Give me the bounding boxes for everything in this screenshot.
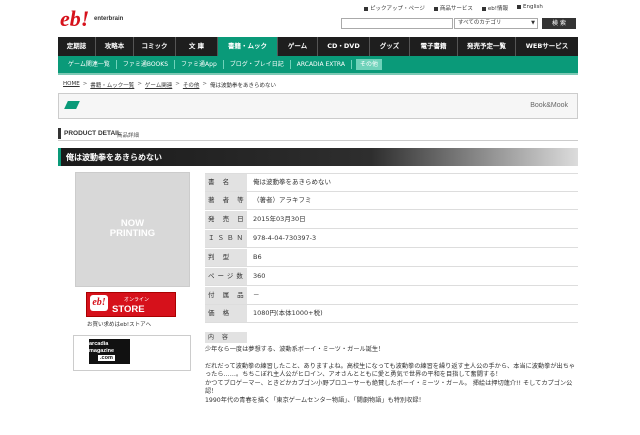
- top-link-services[interactable]: 商品サービス: [433, 4, 473, 12]
- breadcrumb-separator: >: [137, 81, 142, 87]
- detail-label: 書 名: [205, 174, 247, 191]
- chevron-down-icon: ▼: [531, 20, 535, 26]
- product-detail-subheading: 商品詳細: [117, 133, 140, 139]
- detail-value: 978-4-04-730397-3: [253, 234, 317, 242]
- breadcrumb-separator: >: [175, 81, 180, 87]
- subnav-item-other[interactable]: その他: [355, 59, 382, 70]
- nav-item-release-schedule[interactable]: 発売予定一覧: [458, 37, 516, 56]
- breadcrumb-other[interactable]: その他: [183, 81, 200, 89]
- logo-text: enterbrain: [94, 16, 124, 22]
- detail-value: B6: [253, 253, 262, 261]
- detail-value: 360: [253, 272, 266, 280]
- detail-label: 発 売 日: [205, 211, 247, 228]
- arcadia-magazine-banner[interactable]: arcadia magazine .com: [86, 339, 130, 364]
- description-paragraph: 1990年代の青春を描く「東京ゲームセンター物語」、「闘劇物語」も特別収録！: [205, 396, 425, 404]
- category-header-box: [58, 93, 578, 119]
- nav-item-goods[interactable]: グッズ: [370, 37, 410, 56]
- square-bullet-icon: [481, 6, 486, 11]
- section-marker: [58, 128, 61, 139]
- breadcrumb-separator: >: [202, 81, 207, 87]
- subnav-item-game-list[interactable]: ゲーム関連一覧: [62, 60, 117, 69]
- detail-value: 1080円(本体1000+税): [253, 309, 323, 317]
- category-select[interactable]: すべてのカテゴリ ▼: [454, 18, 538, 29]
- detail-label: 判 型: [205, 249, 247, 266]
- detail-label: 価 格: [205, 305, 247, 322]
- nav-item-periodicals[interactable]: 定期誌: [58, 37, 96, 56]
- nav-item-games[interactable]: ゲーム: [278, 37, 318, 56]
- detail-label: ページ数: [205, 268, 247, 285]
- cover-placeholder-text: NOW PRINTING: [109, 218, 156, 239]
- enterbrain-logo[interactable]: eb!: [58, 4, 98, 32]
- sub-nav: ゲーム関連一覧 ファミ通BOOKS ファミ通App ブログ・プレイ日記 ARCA…: [58, 56, 578, 73]
- detail-label: ＩＳＢＮ: [205, 230, 247, 247]
- subnav-item-famitsu-app[interactable]: ファミ通App: [175, 60, 224, 69]
- content-label: 内 容: [205, 332, 247, 343]
- breadcrumb: HOME > 書籍・ムック一覧 > ゲーム関連 > その他 > 俺は波動拳をあきらめない: [63, 81, 276, 89]
- breadcrumb-game[interactable]: ゲーム関連: [145, 81, 172, 89]
- book-title: 俺は波動拳をあきらめない: [66, 153, 162, 162]
- detail-value: （著者）アラキフミ: [253, 196, 312, 204]
- nav-item-ebooks[interactable]: 電子書籍: [410, 37, 458, 56]
- product-detail-heading: PRODUCT DETAIL: [64, 130, 121, 137]
- description-paragraph: だれだって波動拳の練習したこと、ありますよね。高校生になっても波動拳の練習を繰り…: [205, 362, 576, 379]
- top-link-english[interactable]: English: [517, 4, 543, 12]
- detail-row-price: 価 格 1080円(本体1000+税): [205, 305, 578, 323]
- arcadia-line-1: arcadia: [89, 341, 109, 347]
- detail-value: 俺は波動拳をあきらめない: [253, 178, 331, 186]
- top-link-pickup[interactable]: ピックアップ・ページ: [364, 4, 425, 12]
- subnav-item-blog-diary[interactable]: ブログ・プレイ日記: [224, 60, 291, 69]
- detail-row-pages: ページ数 360: [205, 268, 578, 286]
- subnav-item-arcadia-extra[interactable]: ARCADIA EXTRA: [291, 60, 352, 69]
- search-button[interactable]: 検 索: [542, 18, 576, 29]
- detail-row-title: 書 名 俺は波動拳をあきらめない: [205, 174, 578, 192]
- subnav-item-famitsu-books[interactable]: ファミ通BOOKS: [117, 60, 176, 69]
- nav-item-bunko[interactable]: 文 庫: [176, 37, 218, 56]
- detail-label: 著 者 等: [205, 192, 247, 209]
- search-input[interactable]: [341, 18, 453, 29]
- square-bullet-icon: [433, 6, 438, 11]
- description-paragraph: 少年なら一度は夢想する、波動系ボーイ・ミーツ・ガール誕生！: [205, 346, 385, 353]
- logo-mark: eb!: [60, 6, 89, 31]
- eb-store-online-label: オンライン: [124, 297, 150, 303]
- category-selected: すべてのカテゴリ: [458, 20, 502, 26]
- top-links: ピックアップ・ページ 商品サービス eb!情報 English: [364, 4, 543, 12]
- eb-store-caption: お買い求めはeb!ストアへ: [87, 322, 152, 328]
- square-bullet-icon: [364, 6, 368, 11]
- nav-item-cd-dvd[interactable]: CD・DVD: [318, 37, 370, 56]
- breadcrumb-books[interactable]: 書籍・ムック一覧: [90, 81, 134, 89]
- breadcrumb-home[interactable]: HOME: [63, 81, 80, 89]
- eb-store-label: STORE: [112, 304, 145, 315]
- detail-row-author: 著 者 等 （著者）アラキフミ: [205, 192, 578, 210]
- detail-value: 2015年03月30日: [253, 215, 306, 223]
- category-label: Book&Mook: [530, 102, 568, 109]
- detail-row-format: 判 型 B6: [205, 249, 578, 267]
- square-bullet-icon: [517, 4, 522, 9]
- breadcrumb-current: 俺は波動拳をあきらめない: [210, 83, 277, 89]
- detail-row-extras: 付 属 品 －: [205, 287, 578, 305]
- arcadia-line-3: .com: [98, 355, 115, 361]
- nav-item-guidebooks[interactable]: 攻略本: [96, 37, 134, 56]
- top-link-info[interactable]: eb!情報: [481, 4, 508, 12]
- detail-row-release-date: 発 売 日 2015年03月30日: [205, 211, 578, 229]
- arcadia-line-2: magazine: [89, 348, 115, 354]
- book-description: 少年なら一度は夢想する、波動系ボーイ・ミーツ・ガール誕生！ だれだって波動拳の練…: [205, 346, 578, 405]
- nav-item-comics[interactable]: コミック: [134, 37, 176, 56]
- detail-label: 付 属 品: [205, 287, 247, 304]
- nav-item-web-services[interactable]: WEBサービス: [516, 37, 578, 56]
- detail-value: －: [253, 291, 260, 299]
- section-divider: [58, 140, 578, 141]
- description-paragraph: かつてブロゲーマー、ときどかカプゴン小野プロユーサーも絶賛したボーイ・ミーツ・ガ…: [205, 379, 573, 396]
- eb-store-logo: eb!: [90, 295, 108, 311]
- subnav-divider: [58, 73, 578, 75]
- main-nav: 定期誌 攻略本 コミック 文 庫 書籍・ムック ゲーム CD・DVD グッズ 電…: [58, 37, 578, 56]
- detail-row-isbn: ＩＳＢＮ 978-4-04-730397-3: [205, 230, 578, 248]
- nav-item-books-mooks[interactable]: 書籍・ムック: [218, 37, 278, 56]
- breadcrumb-separator: >: [82, 81, 88, 87]
